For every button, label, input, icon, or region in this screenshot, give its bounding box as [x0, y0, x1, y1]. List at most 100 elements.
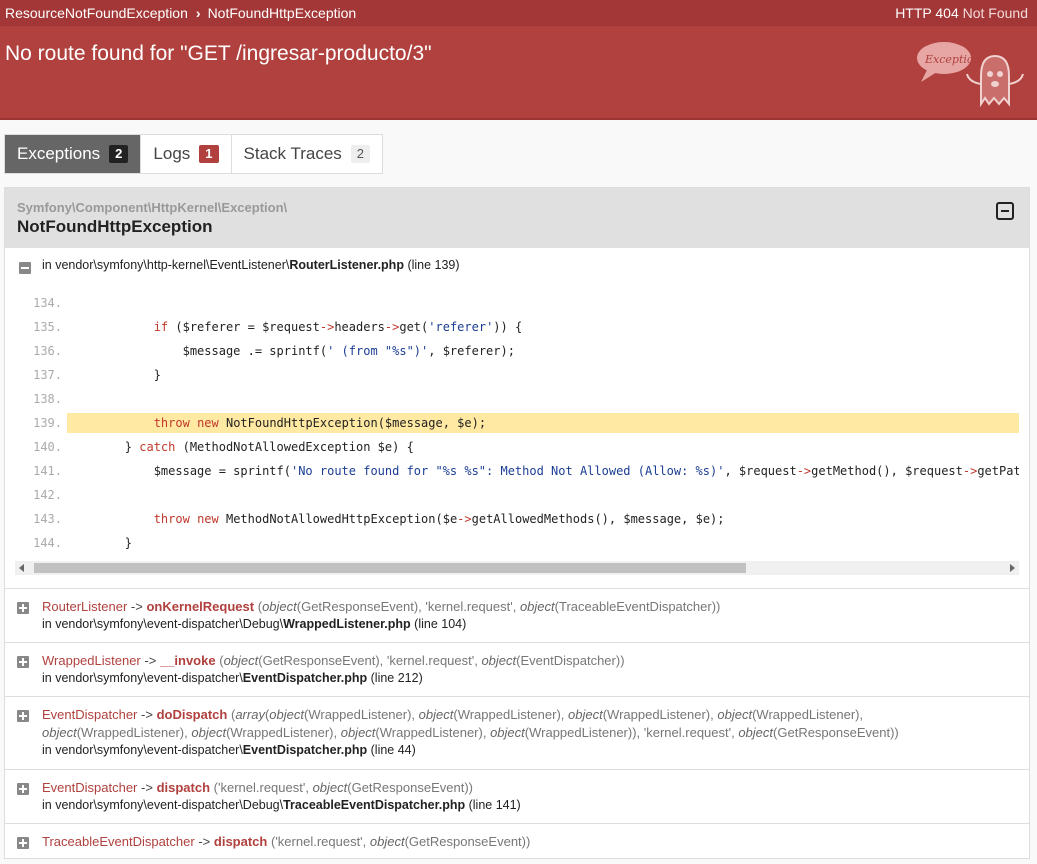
scroll-right-arrow-icon[interactable] [1010, 564, 1015, 572]
exception-title-block: Symfony\Component\HttpKernel\Exception\ … [5, 188, 1029, 248]
frame-method: dispatch [213, 834, 268, 849]
frame-file-name: EventDispatcher.php [242, 743, 368, 757]
frame-method: __invoke [159, 653, 216, 668]
expand-frame-icon[interactable] [17, 656, 29, 668]
top-bar: ResourceNotFoundException › NotFoundHttpEx… [0, 0, 1037, 26]
http-status-text: Not Found [962, 5, 1028, 21]
page-title: No route found for "GET /ingresar-produc… [5, 42, 432, 65]
exception-header: No route found for "GET /ingresar-produc… [0, 26, 1037, 120]
code-line-number: 137. [33, 368, 62, 382]
http-status-code: HTTP 404 [895, 5, 959, 21]
frame-file-line: (line 141) [468, 798, 521, 812]
code-line-number: 138. [33, 392, 62, 406]
tab-logs[interactable]: Logs 1 [141, 135, 232, 173]
code-line-number: 141. [33, 464, 62, 478]
frame-class: RouterListener [42, 599, 128, 614]
frame-arrow: -> [198, 834, 211, 849]
stack-frame[interactable]: WrappedListener -> __invoke (object(GetR… [5, 642, 1029, 697]
expand-frame-icon[interactable] [17, 602, 29, 614]
code-line-text: $message .= sprintf(' (from "%s")', $ref… [67, 344, 515, 358]
stack-frame[interactable]: EventDispatcher -> doDispatch (array(obj… [5, 696, 1029, 770]
frame-file-path: in vendor\symfony\event-dispatcher\Debug… [42, 798, 284, 812]
breadcrumb-item-not-found-http[interactable]: NotFoundHttpException [208, 5, 357, 21]
frame-file-line: (line 104) [414, 617, 467, 631]
code-line-text: if ($referer = $request->headers->get('r… [153, 320, 523, 334]
frame-file-line: (line 139) [407, 258, 460, 272]
frame-args: ('kernel.request', object(GetResponseEve… [270, 834, 531, 849]
collapse-frame-icon[interactable] [19, 262, 31, 274]
frame-class: WrappedListener [42, 653, 141, 668]
frame-call: EventDispatcher -> doDispatch (array(obj… [42, 706, 999, 742]
frame-method: doDispatch [156, 707, 228, 722]
http-status: HTTP 404 Not Found [895, 5, 1028, 21]
frame-args: (object(GetResponseEvent), 'kernel.reque… [219, 653, 625, 668]
frame-class: TraceableEventDispatcher [42, 834, 195, 849]
frame-file-name: TraceableEventDispatcher.php [283, 798, 466, 812]
chevron-right-icon: › [195, 5, 201, 21]
expand-frame-icon[interactable] [17, 710, 29, 722]
tab-bar: Exceptions 2 Logs 1 Stack Traces 2 [4, 134, 384, 174]
tab-stack-traces[interactable]: Stack Traces 2 [232, 135, 383, 173]
exception-namespace: Symfony\Component\HttpKernel\Exception\ [17, 200, 288, 215]
code-line-text: } [67, 368, 161, 382]
tab-stack-traces-label: Stack Traces [243, 144, 342, 163]
frame-arrow: -> [144, 653, 157, 668]
code-line-number: 134. [33, 296, 62, 310]
frame-class: EventDispatcher [42, 780, 138, 795]
frame-call: WrappedListener -> __invoke (object(GetR… [42, 652, 999, 670]
expand-frame-icon[interactable] [17, 783, 29, 795]
code-line-number: 144. [33, 536, 62, 550]
code-snippet: 134. 135. if ($referer = $request->header… [15, 293, 1019, 553]
logo-text: Exception! [924, 53, 985, 66]
frame-file-line: (line 212) [370, 671, 423, 685]
frame-file-path: in vendor\symfony\event-dispatcher\ [42, 743, 243, 757]
frame-args: ('kernel.request', object(GetResponseEve… [213, 780, 473, 795]
code-line: 138. [15, 389, 1019, 409]
scrollbar-thumb[interactable] [34, 563, 746, 573]
breadcrumb: ResourceNotFoundException › NotFoundHttpEx… [5, 5, 356, 21]
tab-logs-label: Logs [153, 144, 191, 163]
code-line: 140. } catch (MethodNotAllowedException … [15, 437, 1019, 457]
code-line-number: 142. [33, 488, 62, 502]
code-line-text: } catch (MethodNotAllowedException $e) { [67, 440, 414, 454]
code-line-number: 139. [33, 416, 62, 430]
frame-file-name: RouterListener.php [289, 258, 404, 272]
frame-file-location: in vendor\symfony\event-dispatcher\Debug… [42, 798, 521, 812]
scroll-left-arrow-icon[interactable] [19, 564, 24, 572]
expand-frame-icon[interactable] [17, 837, 29, 849]
frame-arrow: -> [130, 599, 143, 614]
frame-file-location: in vendor\symfony\event-dispatcher\Event… [42, 671, 423, 685]
stack-frame[interactable]: RouterListener -> onKernelRequest (objec… [5, 588, 1029, 643]
frame-class: EventDispatcher [42, 707, 138, 722]
tab-exceptions-label: Exceptions [17, 144, 101, 163]
code-line-text: } [67, 536, 133, 550]
frame-method: dispatch [156, 780, 211, 795]
stack-frame[interactable]: EventDispatcher -> dispatch ('kernel.req… [5, 769, 1029, 824]
code-line: 135. if ($referer = $request->headers->g… [15, 317, 1019, 337]
frame-file-name: EventDispatcher.php [242, 671, 368, 685]
collapse-exception-button[interactable] [996, 202, 1014, 220]
tab-exceptions-count: 2 [109, 145, 129, 163]
exception-ghost-logo: Exception! [917, 42, 1024, 108]
frame-file-line: (line 44) [370, 743, 416, 757]
exception-panel: Symfony\Component\HttpKernel\Exception\ … [4, 187, 1030, 859]
code-line-number: 140. [33, 440, 62, 454]
frame-file-location: in vendor\symfony\event-dispatcher\Debug… [42, 617, 466, 631]
frame-file-path: in vendor\symfony\event-dispatcher\Debug… [42, 617, 284, 631]
code-line: 141. $message = sprintf('No route found … [15, 461, 1019, 481]
code-line: 143. throw new MethodNotAllowedHttpExcep… [15, 509, 1019, 529]
code-horizontal-scrollbar[interactable] [15, 561, 1019, 575]
frame-call: TraceableEventDispatcher -> dispatch ('k… [42, 833, 999, 851]
code-line-number: 136. [33, 344, 62, 358]
tab-exceptions[interactable]: Exceptions 2 [5, 135, 142, 173]
frame-file-path: in vendor\symfony\event-dispatcher\ [42, 671, 243, 685]
code-line: 144. } [15, 533, 1019, 553]
code-line-number: 135. [33, 320, 62, 334]
code-line: 137. } [15, 365, 1019, 385]
code-line-text: $message = sprintf('No route found for "… [67, 464, 1019, 478]
exception-class-name: NotFoundHttpException [17, 217, 213, 236]
code-line-text: throw new MethodNotAllowedHttpException(… [153, 512, 725, 526]
breadcrumb-item-resource-not-found[interactable]: ResourceNotFoundException [5, 5, 188, 21]
frame-call: RouterListener -> onKernelRequest (objec… [42, 598, 999, 616]
tab-logs-count: 1 [199, 145, 219, 163]
